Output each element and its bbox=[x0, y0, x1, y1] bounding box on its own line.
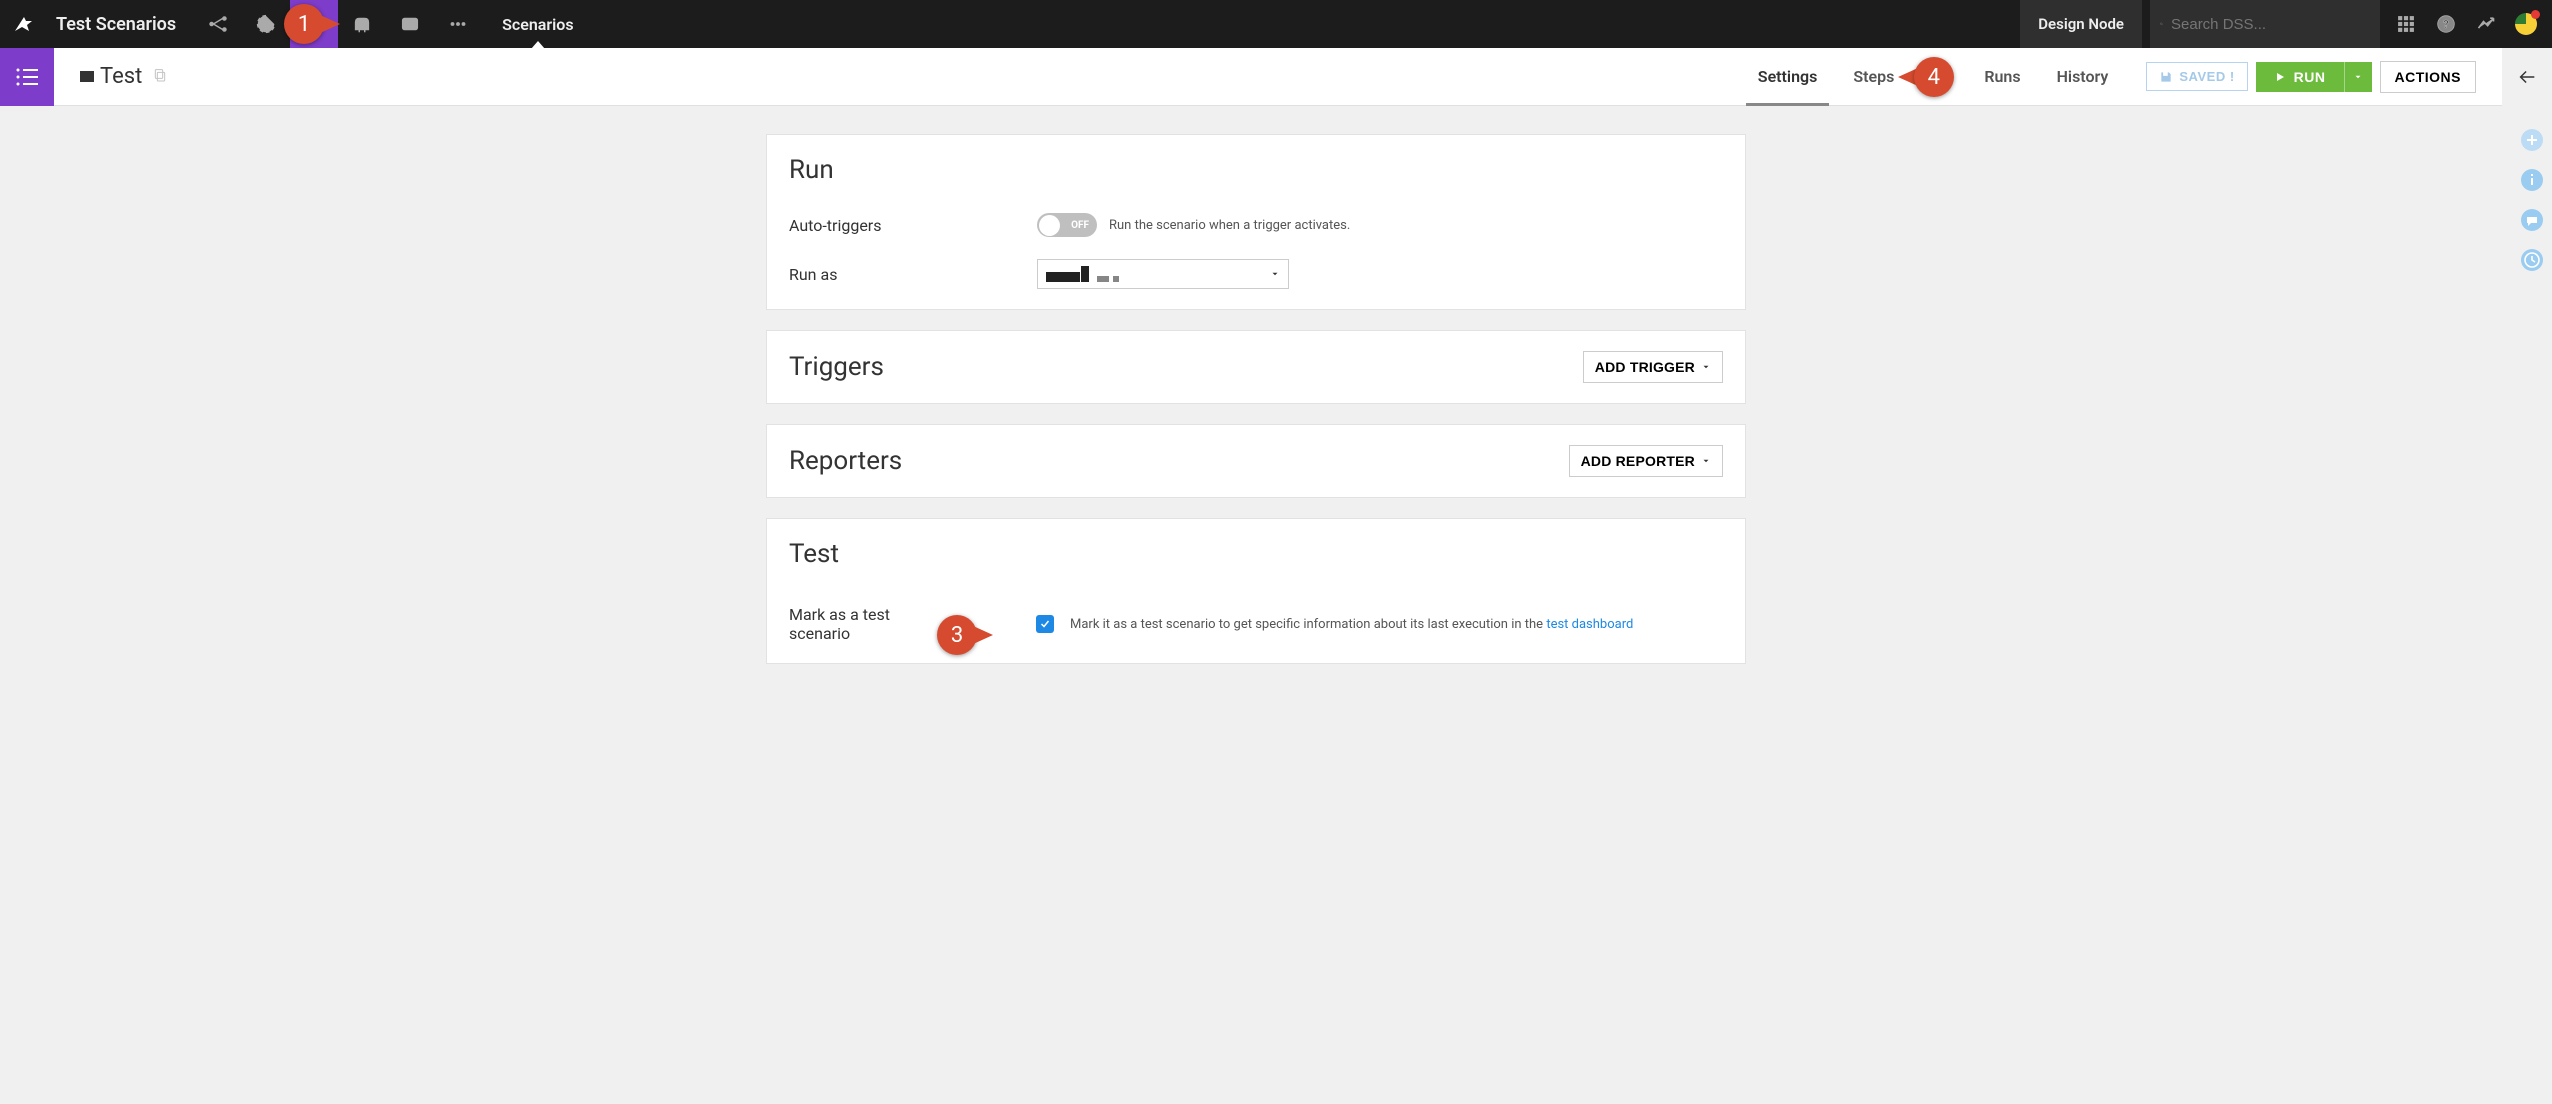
rail-info-icon[interactable] bbox=[2520, 168, 2544, 192]
help-icon[interactable]: ? bbox=[2426, 0, 2466, 48]
activity-icon[interactable] bbox=[2466, 0, 2506, 48]
panel-triggers: Triggers ADD TRIGGER bbox=[766, 330, 1746, 404]
search-icon bbox=[2160, 16, 2163, 32]
global-search[interactable] bbox=[2150, 0, 2380, 48]
scenario-title[interactable]: Test bbox=[100, 64, 142, 89]
scenario-sub-bar: Test Settings Steps Runs History 4 SAVED… bbox=[54, 48, 2502, 106]
saved-button[interactable]: SAVED ! bbox=[2146, 62, 2247, 91]
mark-test-checkbox[interactable] bbox=[1036, 615, 1054, 633]
app-logo[interactable] bbox=[0, 0, 48, 48]
rail-history-icon[interactable] bbox=[2520, 248, 2544, 272]
panel-test-heading: Test bbox=[789, 539, 1723, 569]
run-as-select[interactable] bbox=[1037, 259, 1289, 289]
mark-test-hint: Mark it as a test scenario to get specif… bbox=[1070, 617, 1633, 632]
jobs-nav-icon[interactable] bbox=[242, 0, 290, 48]
add-reporter-button[interactable]: ADD REPORTER bbox=[1569, 445, 1723, 477]
add-trigger-button[interactable]: ADD TRIGGER bbox=[1583, 351, 1723, 383]
mark-test-label: Mark as a test scenario bbox=[789, 605, 954, 643]
auto-triggers-toggle[interactable]: OFF bbox=[1037, 213, 1097, 237]
tab-runs[interactable]: Runs bbox=[1912, 48, 2038, 105]
flow-nav-icon[interactable] bbox=[194, 0, 242, 48]
panel-run: Run Auto-triggers OFF Run the scenario w… bbox=[766, 134, 1746, 310]
user-avatar[interactable] bbox=[2506, 0, 2546, 48]
panel-triggers-heading: Triggers bbox=[789, 352, 884, 382]
rail-discuss-icon[interactable] bbox=[2520, 208, 2544, 232]
back-button[interactable] bbox=[2502, 48, 2552, 106]
svg-text:?: ? bbox=[2443, 18, 2448, 31]
top-bar: Test Scenarios Scenarios Design Node ? bbox=[0, 0, 2552, 48]
settings-content: Run Auto-triggers OFF Run the scenario w… bbox=[0, 106, 2512, 704]
scenario-type-icon bbox=[80, 71, 94, 82]
chevron-down-icon bbox=[1270, 269, 1280, 279]
toggle-off-text: OFF bbox=[1071, 220, 1089, 231]
scenario-list-toggle[interactable] bbox=[0, 48, 54, 106]
actions-button[interactable]: ACTIONS bbox=[2380, 61, 2477, 93]
design-node-label[interactable]: Design Node bbox=[2020, 0, 2142, 48]
run-dropdown[interactable] bbox=[2344, 62, 2372, 92]
scenarios-nav-icon[interactable] bbox=[290, 0, 338, 48]
right-rail bbox=[2512, 106, 2552, 704]
tab-steps[interactable]: Steps bbox=[1835, 48, 1912, 105]
nav-icon-5[interactable] bbox=[386, 0, 434, 48]
section-label: Scenarios bbox=[482, 0, 593, 48]
chevron-down-icon bbox=[1701, 362, 1711, 372]
panel-run-heading: Run bbox=[789, 155, 1723, 185]
rail-add-icon[interactable] bbox=[2520, 128, 2544, 152]
test-dashboard-link[interactable]: test dashboard bbox=[1546, 617, 1633, 632]
search-input[interactable] bbox=[2171, 16, 2370, 33]
tab-history[interactable]: History bbox=[2039, 48, 2127, 105]
copy-icon[interactable] bbox=[152, 67, 168, 87]
panel-reporters-heading: Reporters bbox=[789, 446, 902, 476]
chevron-down-icon bbox=[1701, 456, 1711, 466]
project-name[interactable]: Test Scenarios bbox=[48, 0, 194, 48]
apps-icon[interactable] bbox=[2386, 0, 2426, 48]
panel-reporters: Reporters ADD REPORTER bbox=[766, 424, 1746, 498]
scenario-tabs: Settings Steps Runs History 4 bbox=[1740, 48, 2127, 105]
run-button[interactable]: RUN bbox=[2256, 62, 2344, 92]
run-as-label: Run as bbox=[789, 265, 1037, 284]
nav-icon-4[interactable] bbox=[338, 0, 386, 48]
auto-triggers-label: Auto-triggers bbox=[789, 216, 1037, 235]
auto-triggers-hint: Run the scenario when a trigger activate… bbox=[1109, 218, 1350, 233]
tab-settings[interactable]: Settings bbox=[1740, 48, 1836, 105]
more-nav-icon[interactable] bbox=[434, 0, 482, 48]
run-as-value-redacted bbox=[1046, 266, 1119, 282]
panel-test: Test Mark as a test scenario Mark it as … bbox=[766, 518, 1746, 664]
